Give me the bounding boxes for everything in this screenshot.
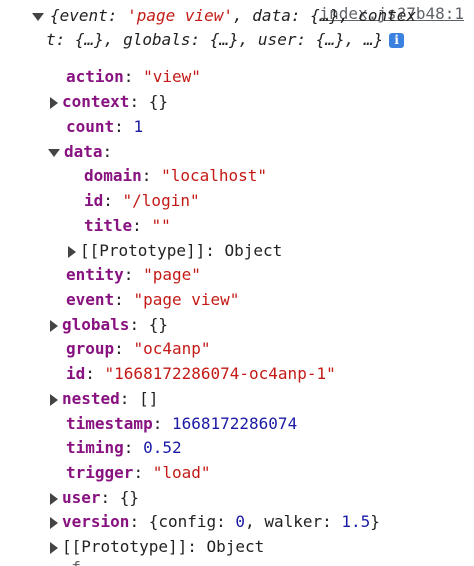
property-event: event: "page view" xyxy=(66,290,240,309)
info-icon[interactable]: i xyxy=(389,33,405,48)
object-summary-line-1[interactable]: {event: 'page view', data: {…}, contex xyxy=(32,4,416,28)
property-data-title: title: "" xyxy=(84,216,171,235)
expand-arrow-right-icon[interactable] xyxy=(68,245,76,258)
expand-arrow-right-icon[interactable] xyxy=(50,492,58,505)
console-output: index.js?7b48:1 {event: 'page view', dat… xyxy=(0,0,474,566)
property-group: group: "oc4anp" xyxy=(66,339,211,358)
property-data-prototype[interactable]: [[Prototype]]: Object xyxy=(68,239,282,263)
property-globals[interactable]: globals: {} xyxy=(50,313,168,337)
property-count: count: 1 xyxy=(66,117,144,136)
property-nested[interactable]: nested: [] xyxy=(50,387,158,411)
collapse-arrow-down-icon[interactable] xyxy=(48,148,60,157)
property-timing: timing: 0.52 xyxy=(66,438,182,457)
property-id: id: "1668172286074-oc4anp-1" xyxy=(66,364,336,383)
property-version[interactable]: version: {config: 0, walker: 1.5} xyxy=(50,510,380,534)
property-data[interactable]: data: xyxy=(48,140,112,164)
property-entity: entity: "page" xyxy=(66,265,201,284)
property-context[interactable]: context: {} xyxy=(50,90,168,114)
object-summary-line-2: t: {…}, globals: {…}, user: {…}, …} i xyxy=(46,28,405,52)
property-timestamp: timestamp: 1668172286074 xyxy=(66,414,298,433)
property-data-id: id: "/login" xyxy=(84,191,200,210)
expand-arrow-right-icon[interactable] xyxy=(50,319,58,332)
expand-arrow-right-icon[interactable] xyxy=(50,96,58,109)
expand-arrow-down-icon[interactable] xyxy=(32,12,44,21)
property-data-domain: domain: "localhost" xyxy=(84,166,268,185)
expand-arrow-right-icon[interactable] xyxy=(50,516,58,529)
property-user[interactable]: user: {} xyxy=(50,486,139,510)
property-trigger: trigger: "load" xyxy=(66,463,211,482)
property-action: action: "view" xyxy=(66,67,201,86)
expand-arrow-right-icon[interactable] xyxy=(50,393,58,406)
expand-arrow-right-icon[interactable] xyxy=(50,541,58,554)
next-entry-cutoff: ▸ f... xyxy=(52,556,110,566)
